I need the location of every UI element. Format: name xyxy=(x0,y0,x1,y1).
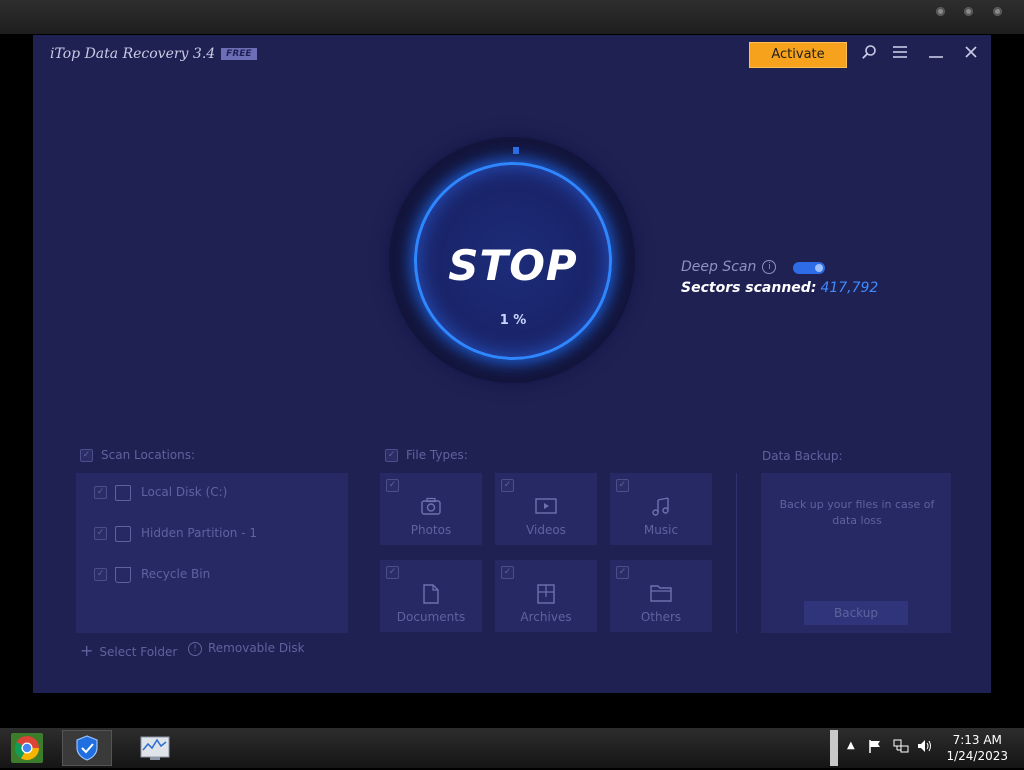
tile-checkbox[interactable]: ✓ xyxy=(501,479,514,492)
clock-time: 7:13 AM xyxy=(952,733,1002,747)
sectors-value: 417,792 xyxy=(820,280,879,296)
backup-button[interactable]: Backup xyxy=(804,601,908,625)
location-label: Recycle Bin xyxy=(141,567,211,581)
app-title-text: iTop Data Recovery 3.4 xyxy=(50,46,216,62)
host-top-bar xyxy=(0,0,1024,34)
select-folder-link[interactable]: + Select Folder xyxy=(80,641,177,660)
monitor-taskbar-icon[interactable] xyxy=(130,730,180,766)
minimize-icon[interactable] xyxy=(926,44,946,64)
data-backup-heading: Data Backup: xyxy=(762,449,843,463)
tile-checkbox[interactable]: ✓ xyxy=(616,566,629,579)
folder-icon xyxy=(610,584,712,607)
scan-locations-list: ✓ Local Disk (C:) ✓ Hidden Partition - 1 ✓… xyxy=(76,473,348,633)
search-icon[interactable] xyxy=(859,44,879,64)
location-checkbox[interactable]: ✓ xyxy=(94,568,107,581)
file-types-heading[interactable]: ✓ File Types: xyxy=(385,448,468,462)
tile-label: Music xyxy=(643,523,679,537)
scan-locations-heading-text: Scan Locations: xyxy=(101,448,196,462)
app-window: iTop Data Recovery 3.4 FREE Activate STOP… xyxy=(33,35,991,693)
scan-progress-percent: 1 % xyxy=(499,313,527,328)
tile-label: Videos xyxy=(526,523,566,537)
toggle-knob xyxy=(815,264,823,272)
location-label: Local Disk (C:) xyxy=(141,485,228,499)
host-dot-2[interactable] xyxy=(964,7,973,16)
flag-icon[interactable] xyxy=(868,739,882,756)
app-title: iTop Data Recovery 3.4 FREE xyxy=(50,46,257,62)
location-label: Hidden Partition - 1 xyxy=(141,526,257,540)
camera-icon xyxy=(380,497,482,520)
itop-taskbar-icon[interactable] xyxy=(62,730,112,766)
tile-label: Documents xyxy=(396,610,466,624)
tile-label: Archives xyxy=(520,610,572,624)
menu-icon[interactable] xyxy=(890,44,910,64)
backup-description: Back up your files in case of data loss xyxy=(779,498,935,527)
clock-date: 1/24/2023 xyxy=(946,749,1008,763)
network-icon[interactable] xyxy=(893,739,909,756)
removable-disk-link[interactable]: ! Removable Disk xyxy=(188,641,305,656)
location-checkbox[interactable]: ✓ xyxy=(94,486,107,499)
file-type-documents[interactable]: ✓ Documents xyxy=(380,560,482,632)
host-dot-3[interactable] xyxy=(993,7,1002,16)
tile-label: Photos xyxy=(410,523,452,537)
progress-marker xyxy=(513,147,519,154)
info-icon: ! xyxy=(188,641,202,656)
plus-icon: + xyxy=(80,641,94,660)
video-icon xyxy=(495,497,597,520)
sectors-label: Sectors scanned: xyxy=(681,280,817,296)
volume-icon[interactable] xyxy=(917,739,933,756)
activate-button[interactable]: Activate xyxy=(749,42,847,68)
tile-checkbox[interactable]: ✓ xyxy=(501,566,514,579)
chevron-up-icon[interactable]: ▲ xyxy=(847,740,855,751)
file-type-videos[interactable]: ✓ Videos xyxy=(495,473,597,545)
file-types-heading-text: File Types: xyxy=(406,448,468,462)
tile-checkbox[interactable]: ✓ xyxy=(616,479,629,492)
scan-locations-checkbox[interactable]: ✓ xyxy=(80,449,93,462)
info-icon[interactable]: i xyxy=(762,260,777,274)
deep-scan-text: Deep Scan xyxy=(681,259,757,275)
stop-label: STOP xyxy=(448,241,578,290)
section-divider xyxy=(736,473,737,633)
free-badge: FREE xyxy=(221,48,257,60)
location-item-hidden-partition[interactable]: ✓ Hidden Partition - 1 xyxy=(94,522,257,544)
scrollbar-handle[interactable] xyxy=(830,730,838,766)
music-icon xyxy=(610,497,712,522)
disk-icon xyxy=(115,525,131,542)
recycle-bin-icon xyxy=(115,566,131,583)
system-clock[interactable]: 7:13 AM 1/24/2023 xyxy=(946,732,1008,764)
deep-scan-label: Deep Scan i xyxy=(681,259,777,275)
stop-scan-button[interactable]: STOP 1 % xyxy=(414,162,612,360)
file-type-music[interactable]: ✓ Music xyxy=(610,473,712,545)
file-type-archives[interactable]: ✓ Archives xyxy=(495,560,597,632)
data-backup-panel: Back up your files in case of data loss … xyxy=(761,473,951,633)
document-icon xyxy=(380,584,482,609)
tile-label: Others xyxy=(640,610,682,624)
close-icon[interactable] xyxy=(961,44,981,64)
taskbar: ▲ 7:13 AM 1/24/2023 xyxy=(0,728,1024,768)
disk-icon xyxy=(115,484,131,501)
file-types-checkbox[interactable]: ✓ xyxy=(385,449,398,462)
select-folder-text: Select Folder xyxy=(99,645,178,659)
location-item-recycle-bin[interactable]: ✓ Recycle Bin xyxy=(94,563,210,585)
file-type-others[interactable]: ✓ Others xyxy=(610,560,712,632)
file-type-photos[interactable]: ✓ Photos xyxy=(380,473,482,545)
deep-scan-toggle[interactable] xyxy=(793,262,825,274)
tile-checkbox[interactable]: ✓ xyxy=(386,566,399,579)
location-checkbox[interactable]: ✓ xyxy=(94,527,107,540)
location-item-local-disk[interactable]: ✓ Local Disk (C:) xyxy=(94,481,227,503)
chrome-taskbar-icon[interactable] xyxy=(3,730,53,766)
removable-disk-text: Removable Disk xyxy=(208,641,305,655)
archive-icon xyxy=(495,584,597,609)
scan-locations-heading[interactable]: ✓ Scan Locations: xyxy=(80,448,195,462)
tile-checkbox[interactable]: ✓ xyxy=(386,479,399,492)
sectors-scanned: Sectors scanned: 417,792 xyxy=(681,280,878,296)
host-dot-1[interactable] xyxy=(936,7,945,16)
